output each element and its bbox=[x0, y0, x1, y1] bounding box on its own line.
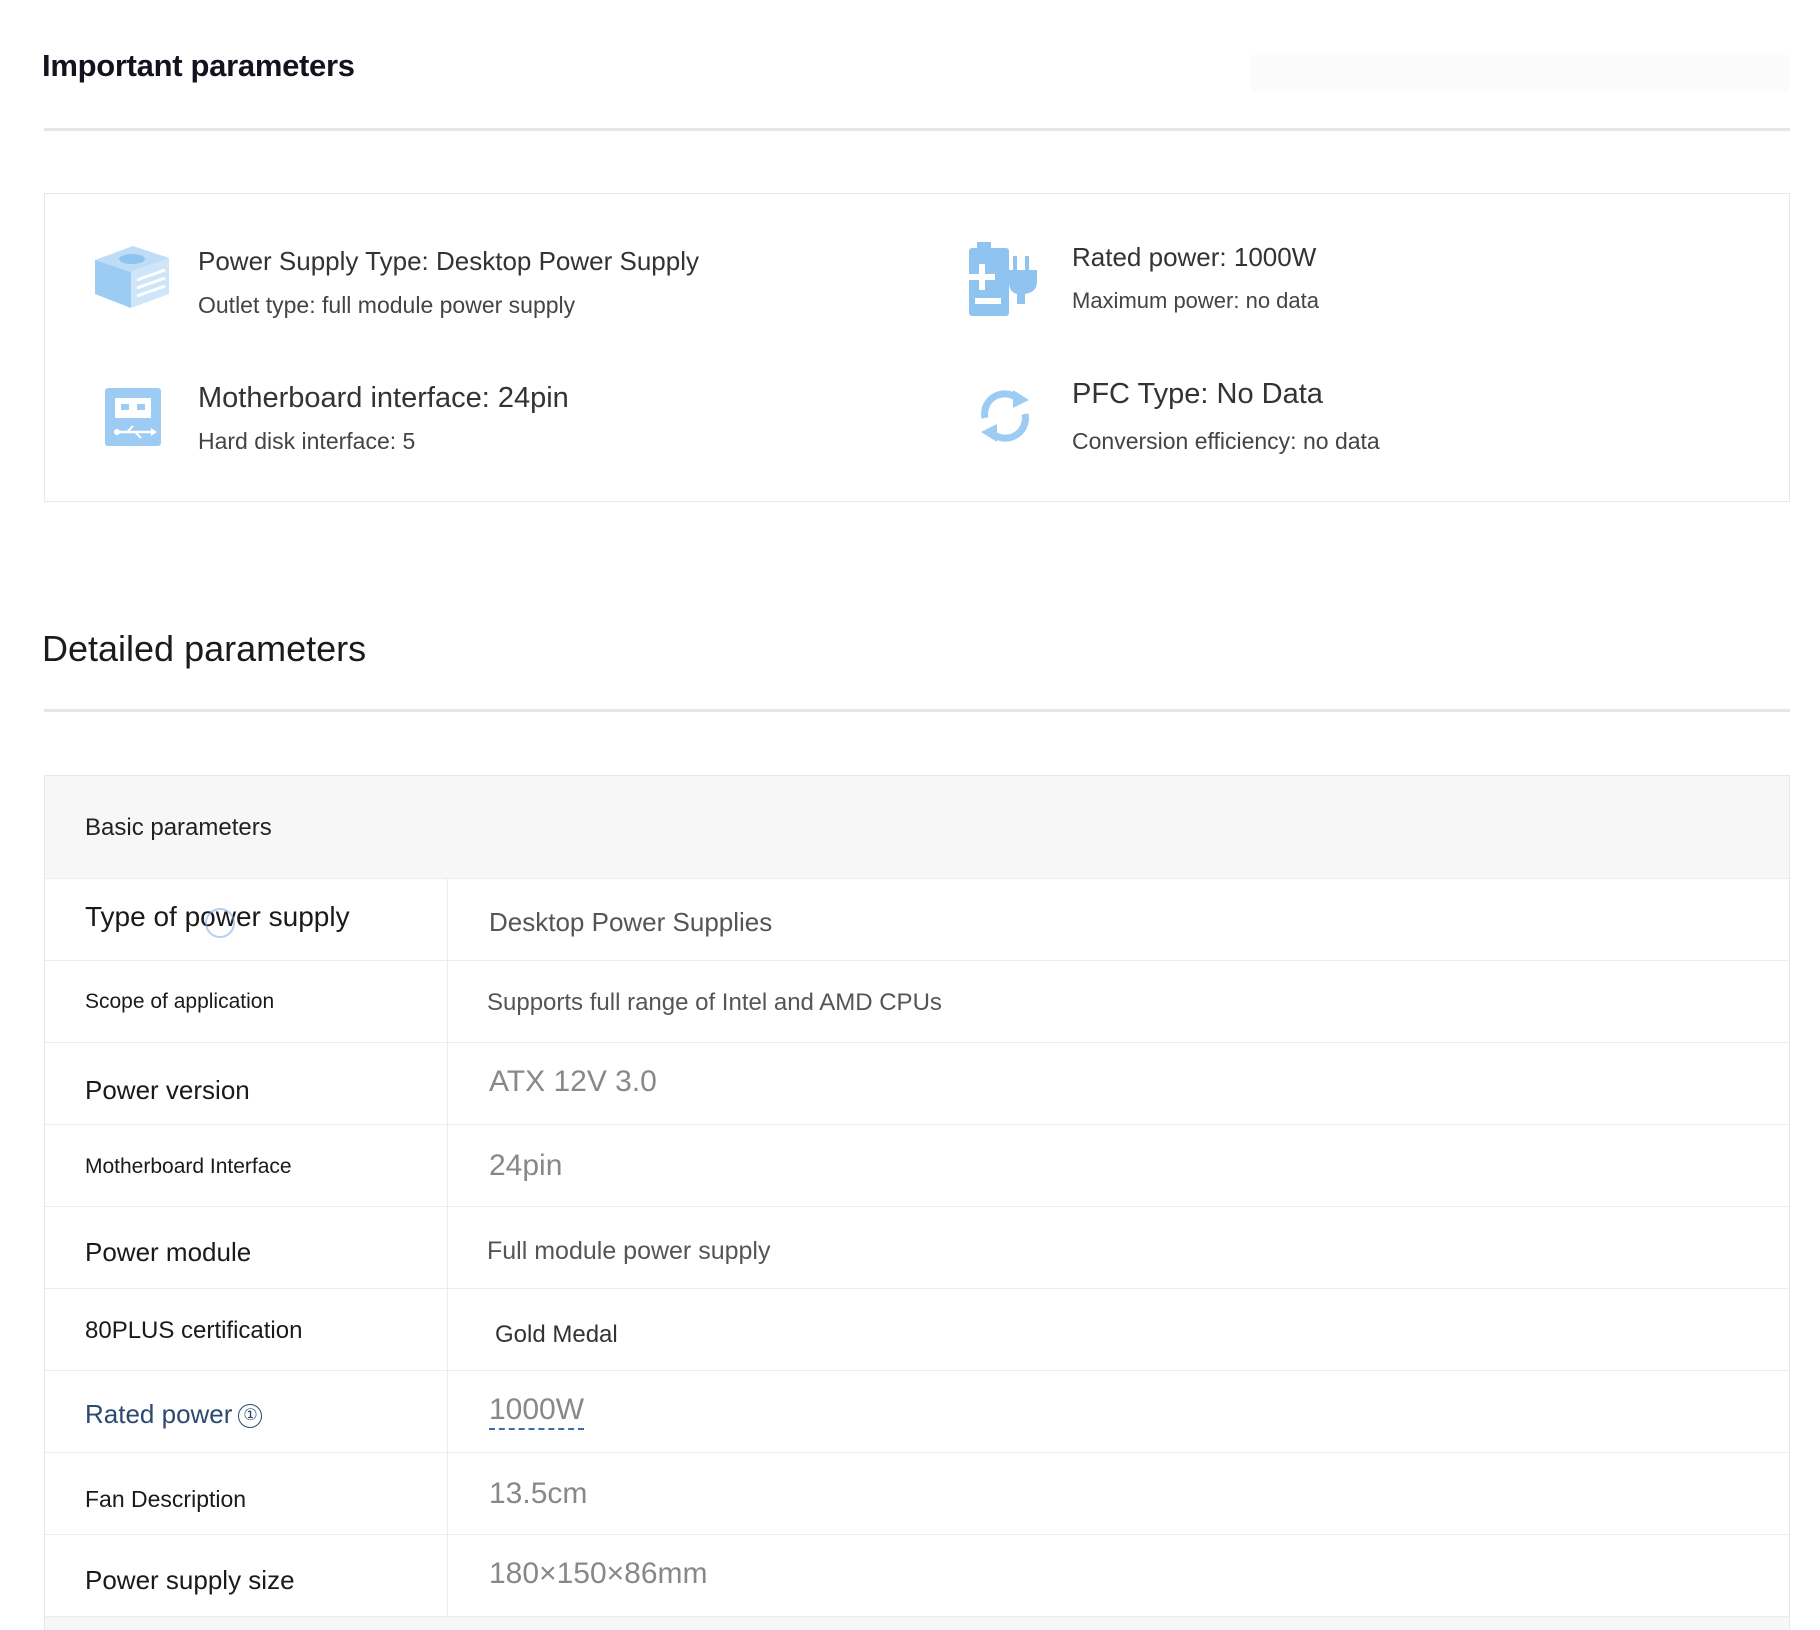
hard-disk-interface-text: Hard disk interface: 5 bbox=[198, 428, 416, 454]
rated-power-text: Rated power: 1000W bbox=[1072, 242, 1317, 272]
row-label: Power version bbox=[85, 1075, 250, 1105]
table-group-header: Basic parameters bbox=[45, 776, 1789, 879]
motherboard-interface-text: Motherboard interface: 24pin bbox=[198, 382, 569, 414]
table-footer bbox=[45, 1617, 1789, 1630]
info-icon[interactable]: ① bbox=[238, 1404, 263, 1429]
important-parameters-title: Important parameters bbox=[42, 48, 355, 83]
table-row: 80PLUS certification Gold Medal bbox=[45, 1289, 1789, 1371]
important-parameters-panel: Power Supply Type: Desktop Power Supply … bbox=[44, 193, 1790, 502]
table-row: Type of power supply Desktop Power Suppl… bbox=[45, 879, 1789, 961]
row-label: 80PLUS certification bbox=[85, 1317, 303, 1344]
row-label-text: Rated power bbox=[85, 1399, 233, 1429]
row-label: Fan Description bbox=[85, 1486, 247, 1512]
row-value: Desktop Power Supplies bbox=[489, 907, 773, 937]
row-value: ATX 12V 3.0 bbox=[489, 1065, 657, 1098]
detailed-parameters-title: Detailed parameters bbox=[42, 628, 367, 669]
row-label: Scope of application bbox=[85, 990, 275, 1013]
page: Important parameters Power Supply Type: … bbox=[0, 0, 1820, 1630]
row-value: Full module power supply bbox=[487, 1237, 771, 1265]
table-row: Fan Description 13.5cm bbox=[45, 1453, 1789, 1535]
conversion-efficiency-text: Conversion efficiency: no data bbox=[1072, 428, 1380, 454]
power-supply-type-text: Power Supply Type: Desktop Power Supply bbox=[198, 246, 700, 276]
power-supply-box-icon bbox=[91, 242, 171, 322]
maximum-power-text: Maximum power: no data bbox=[1072, 288, 1319, 313]
table-row: Scope of application Supports full range… bbox=[45, 961, 1789, 1043]
divider bbox=[44, 128, 1790, 131]
header-ghost-bar bbox=[1250, 55, 1790, 91]
rated-power-label[interactable]: Rated power ① bbox=[85, 1399, 263, 1430]
table-row: Power module Full module power supply bbox=[45, 1207, 1789, 1289]
pfc-type-text: PFC Type: No Data bbox=[1072, 378, 1323, 410]
row-value: Supports full range of Intel and AMD CPU… bbox=[487, 989, 942, 1016]
table-row: Motherboard Interface 24pin bbox=[45, 1125, 1789, 1207]
table-row: Power version ATX 12V 3.0 bbox=[45, 1043, 1789, 1125]
table-row: Power supply size 180×150×86mm bbox=[45, 1535, 1789, 1617]
row-label: Power module bbox=[85, 1237, 252, 1267]
battery-plug-icon bbox=[967, 242, 1047, 322]
outlet-type-text: Outlet type: full module power supply bbox=[198, 292, 576, 318]
row-value: 13.5cm bbox=[489, 1477, 588, 1510]
row-value: 24pin bbox=[489, 1149, 563, 1182]
rated-power-value-link[interactable]: 1000W bbox=[489, 1393, 585, 1430]
row-label: Motherboard Interface bbox=[85, 1155, 292, 1178]
detailed-parameters-table: Basic parameters Type of power supply De… bbox=[44, 775, 1790, 1630]
table-row: Rated power ① 1000W bbox=[45, 1371, 1789, 1453]
refresh-cycle-icon bbox=[973, 384, 1053, 464]
cursor-highlight bbox=[205, 908, 235, 938]
row-label: Power supply size bbox=[85, 1565, 295, 1595]
divider bbox=[44, 709, 1790, 712]
usb-port-icon bbox=[103, 386, 183, 466]
row-value: 180×150×86mm bbox=[489, 1557, 708, 1590]
group-title: Basic parameters bbox=[85, 814, 272, 841]
row-value: Gold Medal bbox=[495, 1321, 618, 1348]
